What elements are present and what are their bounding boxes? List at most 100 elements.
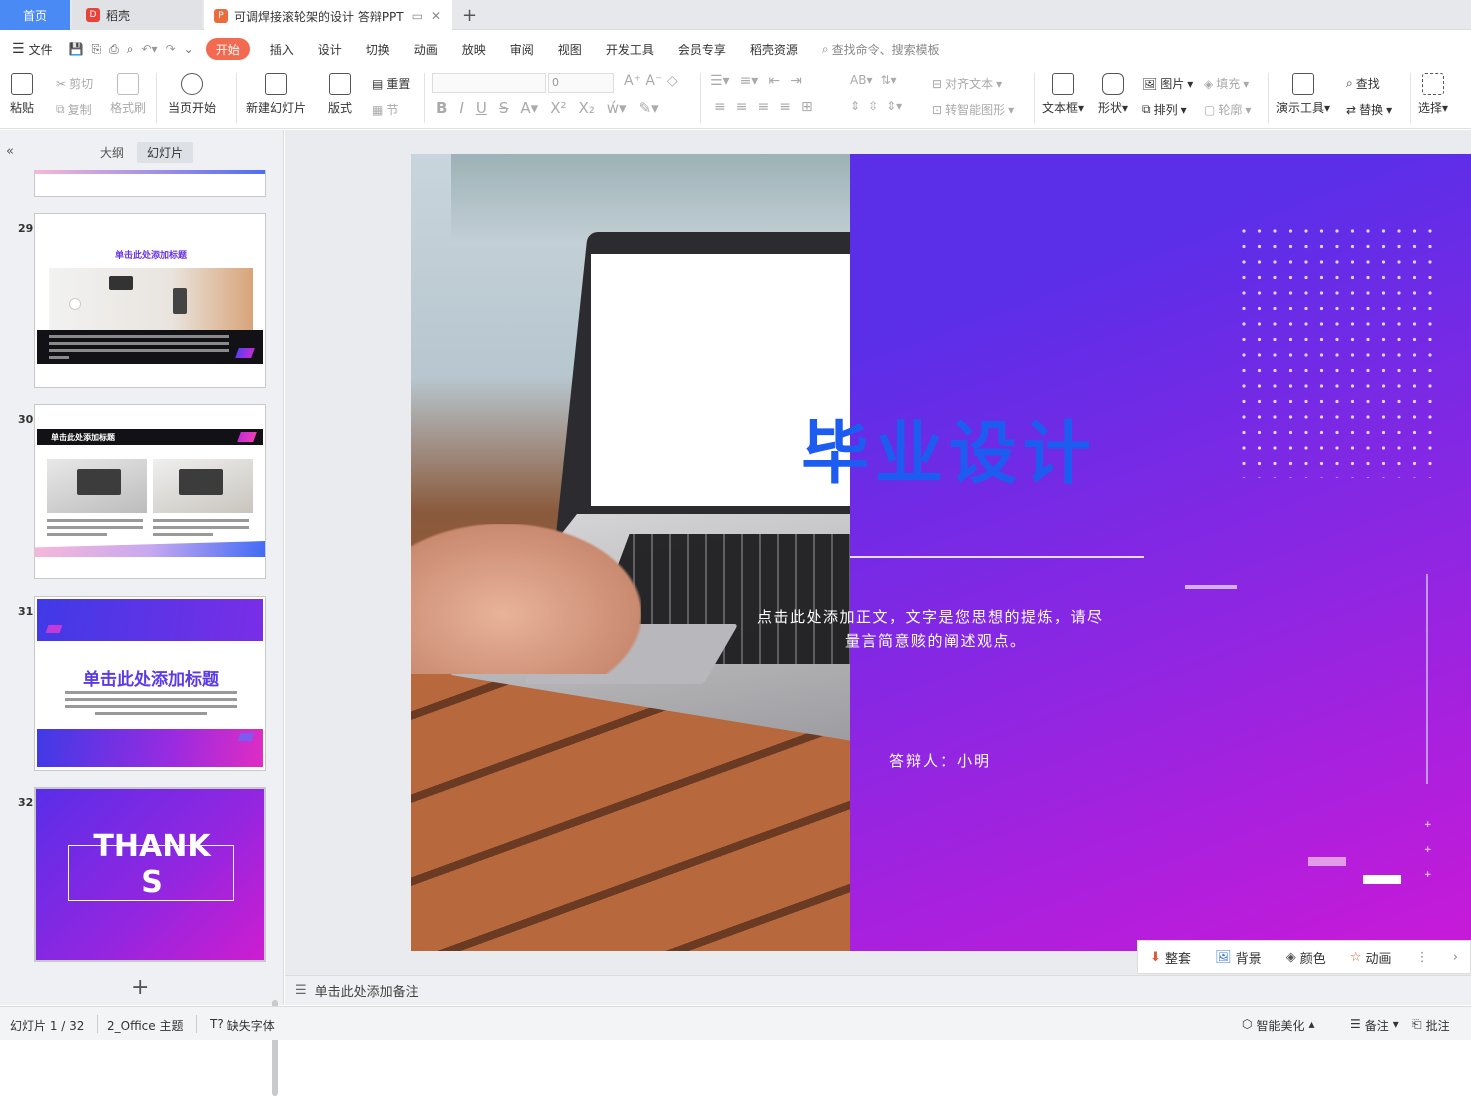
smartart-button[interactable]: ⊡ 转智能图形 ▾ <box>932 101 1014 118</box>
redo-icon[interactable]: ↷ <box>162 31 180 67</box>
file-menu[interactable]: ☰ 文件 <box>0 31 65 67</box>
current-slide[interactable]: 毕业设计 点击此处添加正文，文字是您思想的提炼，请尽 量言简意赅的阐述观点。 答… <box>411 154 1471 951</box>
align-right-icon[interactable]: ≡ <box>757 99 769 115</box>
menu-view[interactable]: 视图 <box>546 31 594 67</box>
collapse-panel-icon[interactable]: « <box>6 144 14 159</box>
layout-button[interactable]: 版式 <box>328 73 352 116</box>
numbered-list-icon[interactable]: ≡▾ <box>740 73 759 89</box>
slide-thumbnail-selected[interactable]: THANK S <box>34 787 266 962</box>
presenter-name[interactable]: 答辩人：小明 <box>889 750 991 771</box>
print-icon[interactable]: ⎙ <box>105 31 123 67</box>
beautify-button[interactable]: ⬡ 智能美化 ▴ <box>1242 1017 1315 1034</box>
menu-slideshow[interactable]: 放映 <box>450 31 498 67</box>
animation-button[interactable]: ☆ 动画 <box>1350 948 1392 967</box>
slide-body-line[interactable]: 量言简意赅的阐述观点。 <box>845 630 1027 651</box>
tab-outline[interactable]: 大纲 <box>90 142 134 163</box>
reset-button[interactable]: ▤ 重置 <box>372 75 410 92</box>
theme-name[interactable]: 2_Office 主题 <box>107 1017 183 1034</box>
menu-start[interactable]: 开始 <box>205 38 250 60</box>
command-search[interactable]: ⌕ 查找命令、搜索模板 <box>810 31 952 67</box>
arrange-button[interactable]: ⧉ 排列 ▾ <box>1142 101 1187 118</box>
distribute-icon[interactable]: ⊞ <box>801 99 813 115</box>
close-tab-icon[interactable]: ✕ <box>431 9 441 23</box>
strikethrough-icon[interactable]: S <box>499 99 509 117</box>
outline-button[interactable]: ▢ 轮廓 ▾ <box>1204 101 1251 118</box>
notes-placeholder[interactable]: 单击此处添加备注 <box>315 981 419 1000</box>
highlight-icon[interactable]: ✎▾ <box>639 99 659 117</box>
tab-daoke[interactable]: D 稻壳 <box>72 0 202 30</box>
align-text-button[interactable]: ⊟ 对齐文本 ▾ <box>932 75 1002 92</box>
fill-button[interactable]: ◈ 填充 ▾ <box>1204 75 1249 92</box>
menu-design[interactable]: 设计 <box>306 31 354 67</box>
undo-icon[interactable]: ↶▾ <box>137 31 161 67</box>
slide-thumbnail[interactable]: 单击此处添加标题 <box>34 596 266 771</box>
presenter-tools-button[interactable]: 演示工具▾ <box>1276 73 1330 116</box>
customize-icon[interactable]: ⌄ <box>180 31 198 67</box>
find-button[interactable]: ⌕ 查找 <box>1346 75 1380 92</box>
save-icon[interactable]: 💾 <box>65 31 88 67</box>
picture-button[interactable]: 🖼 图片 ▾ <box>1142 75 1193 92</box>
slide-title[interactable]: 毕业设计 <box>801 398 1097 497</box>
menu-animation[interactable]: 动画 <box>402 31 450 67</box>
menu-insert[interactable]: 插入 <box>258 31 306 67</box>
slide-body-line[interactable]: 点击此处添加正文，文字是您思想的提炼，请尽 <box>757 606 1104 627</box>
more-options-icon[interactable]: ⋮ <box>1416 950 1429 965</box>
tab-document[interactable]: P 可调焊接滚轮架的设计 答辩PPT ▭ ✕ <box>204 0 452 30</box>
text-direction-icon[interactable]: AB▾ <box>850 73 872 87</box>
decrease-indent-icon[interactable]: ⇤ <box>768 73 780 89</box>
align-left-icon[interactable]: ≡ <box>714 99 726 115</box>
tab-slides[interactable]: 幻灯片 <box>137 142 194 163</box>
menu-member[interactable]: 会员专享 <box>666 31 738 67</box>
select-button[interactable]: 选择▾ <box>1418 73 1448 116</box>
new-slide-button[interactable]: 新建幻灯片 <box>246 73 306 116</box>
slide-thumbnail[interactable]: 单击此处添加标题 <box>34 213 266 388</box>
from-current-button[interactable]: 当页开始 <box>168 73 216 116</box>
slide-thumbnail[interactable]: 单击此处添加标题 <box>34 404 266 579</box>
sort-icon[interactable]: ⇅▾ <box>880 73 896 87</box>
italic-icon[interactable]: I <box>459 99 463 117</box>
copy-button[interactable]: ⧉ 复制 <box>56 101 92 118</box>
textbox-button[interactable]: 文本框▾ <box>1042 73 1084 116</box>
slide-thumbnail[interactable] <box>34 170 266 197</box>
cut-button[interactable]: ✂ 剪切 <box>56 75 93 92</box>
missing-font-button[interactable]: T? 缺失字体 <box>210 1017 275 1034</box>
template-button[interactable]: ⬇ 整套 <box>1150 948 1191 967</box>
background-button[interactable]: 🖼 背景 <box>1215 948 1262 967</box>
justify-icon[interactable]: ≡ <box>779 99 791 115</box>
menu-transition[interactable]: 切换 <box>354 31 402 67</box>
preview-icon[interactable]: ⌕ <box>123 31 138 67</box>
bold-icon[interactable]: B <box>436 99 447 117</box>
font-family-select[interactable] <box>432 73 546 93</box>
format-painter-button[interactable]: 格式刷 <box>110 73 146 116</box>
spacing-more-icon[interactable]: ⇕▾ <box>886 99 902 113</box>
increase-indent-icon[interactable]: ⇥ <box>790 73 802 89</box>
add-slide-icon[interactable]: + <box>131 975 149 1000</box>
font-size-select[interactable]: 0 <box>548 73 614 93</box>
phonetic-icon[interactable]: ẃ▾ <box>607 99 627 117</box>
shape-button[interactable]: 形状▾ <box>1098 73 1128 116</box>
menu-developer[interactable]: 开发工具 <box>594 31 666 67</box>
paste-button[interactable]: 粘贴 <box>10 73 34 116</box>
comments-button[interactable]: ⎗ 批注 <box>1412 1017 1450 1034</box>
line-spacing-icon[interactable]: ⇕ <box>850 99 860 113</box>
new-tab-button[interactable]: + <box>462 0 477 30</box>
font-grow-icon[interactable]: A⁺ A⁻ ◇ <box>624 73 678 89</box>
replace-button[interactable]: ⇄ 替换 ▾ <box>1346 101 1392 118</box>
underline-icon[interactable]: U <box>476 99 487 117</box>
font-color-icon[interactable]: A▾ <box>520 99 538 117</box>
section-button[interactable]: ▦ 节 <box>372 101 398 118</box>
align-center-icon[interactable]: ≡ <box>736 99 748 115</box>
chevron-right-icon[interactable]: › <box>1453 950 1458 965</box>
color-button[interactable]: ◈ 颜色 <box>1286 948 1326 967</box>
menu-review[interactable]: 审阅 <box>498 31 546 67</box>
superscript-icon[interactable]: X² <box>550 99 566 117</box>
menu-daoke-resources[interactable]: 稻壳资源 <box>738 31 810 67</box>
notes-bar[interactable]: ☰ 单击此处添加备注 <box>285 975 1471 1005</box>
export-icon[interactable]: ⎘ <box>88 31 106 67</box>
paragraph-spacing-icon[interactable]: ⇳ <box>868 99 878 113</box>
tab-home[interactable]: 首页 <box>0 0 70 30</box>
notes-toggle-button[interactable]: ☰ 备注 ▾ <box>1350 1017 1399 1034</box>
bullet-list-icon[interactable]: ☰▾ <box>710 73 730 89</box>
subscript-icon[interactable]: X₂ <box>578 99 594 117</box>
window-icon[interactable]: ▭ <box>412 9 423 23</box>
